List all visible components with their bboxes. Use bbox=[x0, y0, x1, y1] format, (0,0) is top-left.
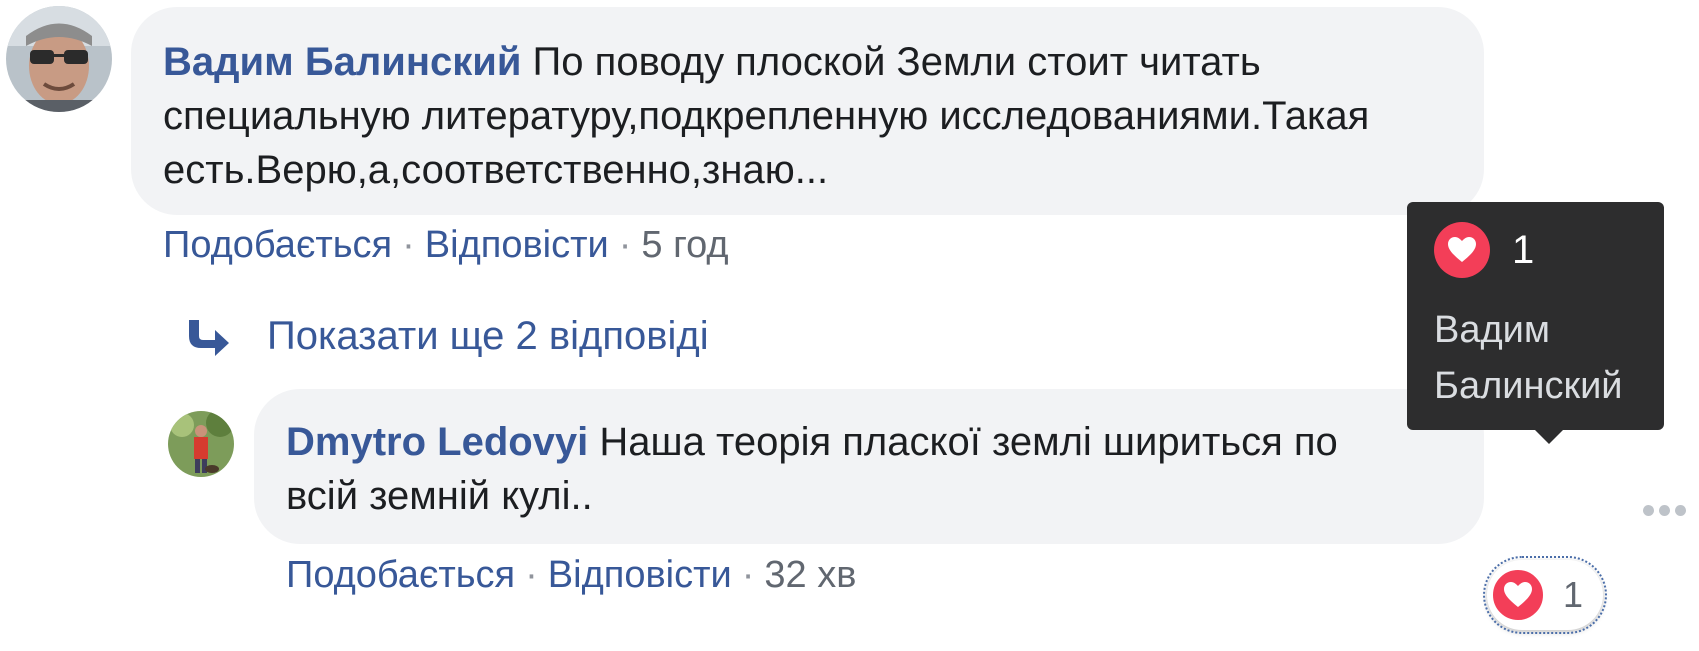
comment-body: Dmytro Ledovyi Наша теорія пласкої землі… bbox=[286, 415, 1416, 523]
separator-dot: · bbox=[402, 224, 415, 266]
reply-link[interactable]: Відповісти bbox=[425, 224, 609, 266]
comment-timestamp[interactable]: 5 год bbox=[641, 224, 728, 266]
comment-actions: Подобається · Відповісти · 32 хв bbox=[286, 554, 856, 597]
comment-body: Вадим Балинский По поводу плоской Земли … bbox=[163, 35, 1463, 197]
more-dots-icon[interactable] bbox=[1643, 505, 1686, 516]
avatar-dmytro[interactable] bbox=[168, 411, 234, 477]
avatar-photo-icon bbox=[6, 6, 112, 112]
reactions-tooltip: 1 Вадим Балинский bbox=[1407, 202, 1664, 444]
reply-arrow-icon bbox=[189, 320, 229, 356]
separator-dot: · bbox=[618, 224, 632, 266]
show-more-replies[interactable]: Показати ще 2 відповіді bbox=[185, 312, 709, 360]
comment-timestamp[interactable]: 32 хв bbox=[764, 554, 856, 596]
tooltip-names: Вадим Балинский bbox=[1434, 309, 1623, 407]
reaction-count: 1 bbox=[1563, 574, 1584, 615]
comment-author[interactable]: Dmytro Ledovyi bbox=[286, 420, 588, 464]
like-link[interactable]: Подобається bbox=[286, 554, 515, 596]
comment-bubble: Вадим Балинский По поводу плоской Земли … bbox=[131, 7, 1484, 215]
heart-icon bbox=[1491, 568, 1545, 622]
like-link[interactable]: Подобається bbox=[163, 224, 392, 266]
comment-bubble: Dmytro Ledovyi Наша теорія пласкої землі… bbox=[254, 389, 1484, 544]
separator-dot: · bbox=[525, 554, 538, 596]
comment-actions: Подобається · Відповісти · 5 год bbox=[163, 224, 729, 267]
separator-dot: · bbox=[741, 554, 755, 596]
comment-author[interactable]: Вадим Балинский bbox=[163, 40, 521, 84]
show-more-replies-label: Показати ще 2 відповіді bbox=[267, 313, 709, 358]
avatar-photo-icon bbox=[168, 411, 234, 477]
avatar-vadim[interactable] bbox=[6, 6, 112, 112]
reply-link[interactable]: Відповісти bbox=[548, 554, 732, 596]
reaction-badge[interactable]: 1 bbox=[1483, 556, 1607, 634]
tooltip-count: 1 bbox=[1512, 228, 1535, 272]
heart-icon bbox=[1434, 222, 1490, 278]
